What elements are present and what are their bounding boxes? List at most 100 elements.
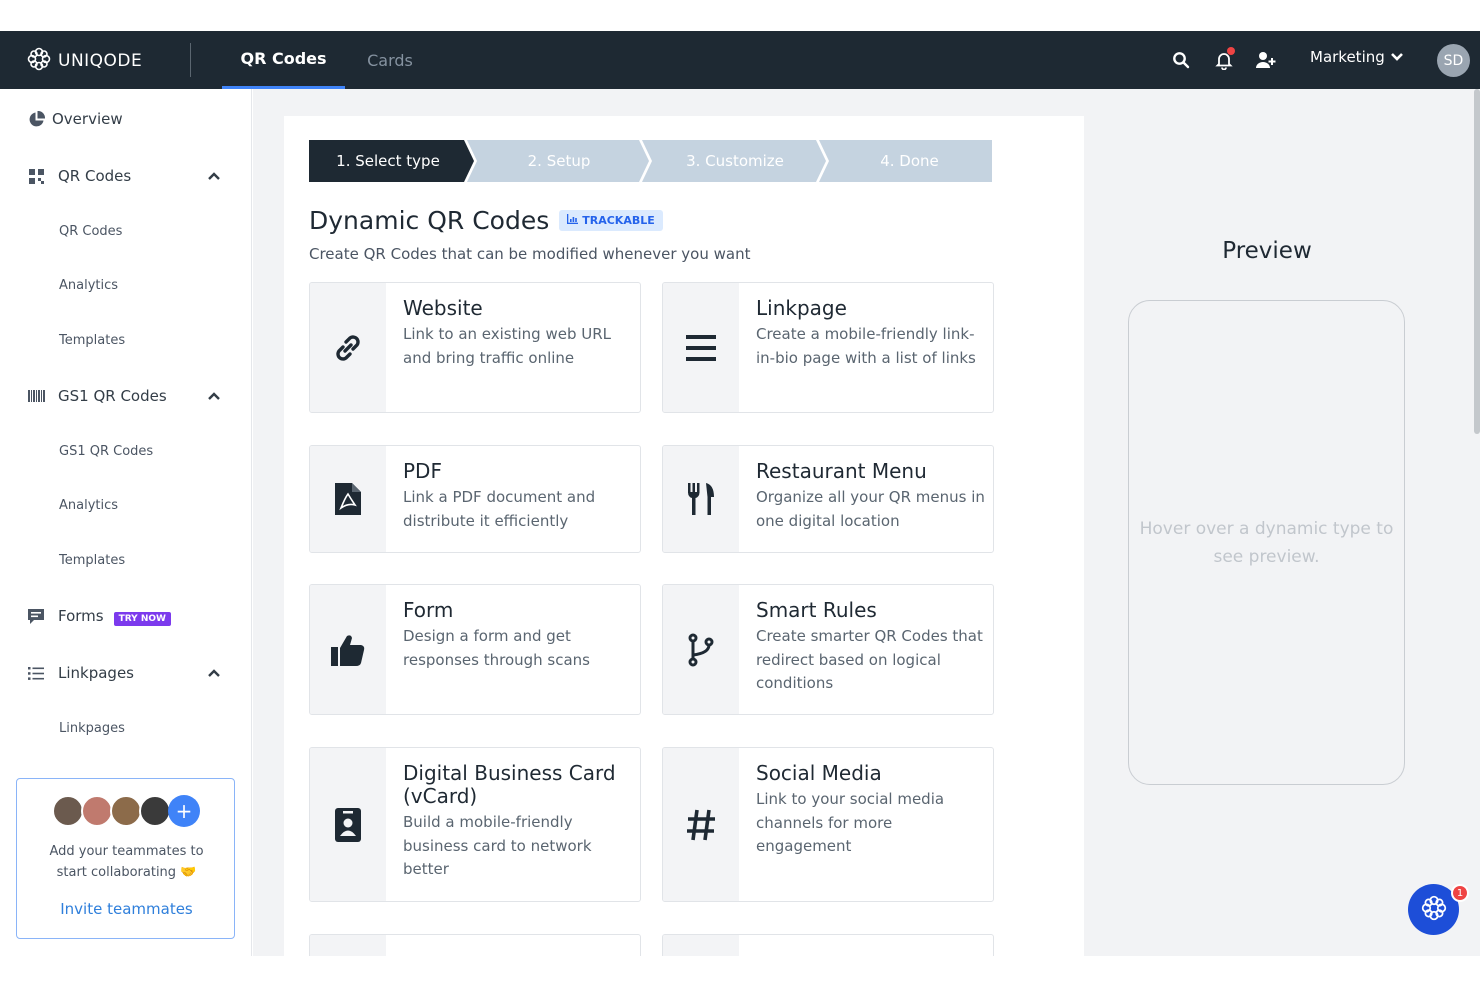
stepper: 1. Select type 2. Setup 3. Customize 4. … [309,140,992,182]
tab-cards[interactable]: Cards [345,31,435,89]
card-description: Organize all your QR menus in one digita… [756,488,985,530]
logo-icon [26,46,52,76]
step-done: 4. Done [880,152,939,170]
workspace-selector[interactable]: Marketing [1310,48,1404,66]
preview-hint: Hover over a dynamic type to see preview… [1139,519,1394,567]
sidebar-item-gs1-qr-codes[interactable]: GS1 QR Codes [0,386,251,406]
type-card-partial[interactable] [309,934,641,956]
type-card-linkpage[interactable]: Linkpage Create a mobile-friendly link-i… [662,282,994,413]
phone-preview: Hover over a dynamic type to see preview… [1128,300,1405,785]
logo-text: UNIQODE [58,51,143,71]
tab-qr-codes[interactable]: QR Codes [222,31,345,89]
chat-unread-badge: 1 [1451,884,1469,902]
step-select-type[interactable]: 1. Select type [309,140,467,182]
contact-card-icon [310,748,386,901]
add-user-icon[interactable] [1255,49,1277,71]
utensils-icon [663,446,739,552]
chevron-up-icon[interactable] [207,387,221,405]
card-description: Create a mobile-friendly link-in-bio pag… [756,325,976,367]
type-card-partial[interactable] [662,934,994,956]
card-title: Form [403,598,454,622]
link-icon [310,283,386,412]
pie-chart-icon [27,110,45,128]
section-title-text: Dynamic QR Codes [309,206,550,235]
brand-logo[interactable]: UNIQODE [26,46,142,76]
step-setup: 2. Setup [527,152,591,170]
sidebar-item-qr-codes[interactable]: QR Codes [0,166,251,186]
invite-description: Add your teammates to start collaboratin… [17,841,236,883]
teammate-avatar [81,795,113,827]
trackable-badge-text: TRACKABLE [582,214,655,227]
card-title: Digital Business Card (vCard) [403,761,616,808]
chevron-down-icon [1390,48,1404,66]
sidebar-subitem-gs1-templates[interactable]: Templates [0,551,251,569]
sidebar-subitem-templates[interactable]: Templates [0,331,251,349]
teammate-avatar [110,795,142,827]
card-title: Social Media [756,761,882,785]
card-title: Website [403,296,483,320]
type-card-form[interactable]: Form Design a form and get responses thr… [309,584,641,715]
section-subtitle: Create QR Codes that can be modified whe… [309,245,751,263]
card-description: Link to your social media channels for m… [756,790,945,855]
notification-dot [1227,47,1235,55]
chevron-up-icon[interactable] [207,664,221,682]
sidebar-item-overview[interactable]: Overview [0,109,251,129]
try-now-badge: TRY NOW [113,612,171,626]
sidebar-subitem-linkpages[interactable]: Linkpages [0,719,251,737]
type-card-pdf[interactable]: PDF Link a PDF document and distribute i… [309,445,641,553]
sidebar-subitem-gs1-analytics[interactable]: Analytics [0,496,251,514]
card-description: Link a PDF document and distribute it ef… [403,488,596,530]
hashtag-icon [663,748,739,901]
sidebar-item-forms[interactable]: Forms TRY NOW [0,606,251,626]
invite-text-line: start collaborating 🤝 [56,865,197,880]
trackable-badge: TRACKABLE [559,210,663,231]
list-icon [663,283,739,412]
qr-icon [27,167,45,185]
card-title: Linkpage [756,296,847,320]
sidebar-item-linkpages[interactable]: Linkpages [0,663,251,683]
type-card-vcard[interactable]: Digital Business Card (vCard) Build a mo… [309,747,641,902]
thumbs-up-icon [310,585,386,714]
card-title: Restaurant Menu [756,459,927,483]
chevron-up-icon[interactable] [207,167,221,185]
branch-icon [663,585,739,714]
chart-icon [567,214,579,227]
sidebar-subitem-analytics[interactable]: Analytics [0,276,251,294]
sidebar-label-linkpages: Linkpages [58,664,134,682]
nav-divider [190,43,191,77]
form-icon [27,607,45,625]
sidebar-subitem-qr-codes[interactable]: QR Codes [0,222,251,240]
scrollbar[interactable] [1474,89,1480,434]
invite-teammates-link[interactable]: Invite teammates [17,900,236,918]
forms-label-text: Forms [58,607,104,625]
type-card-smart-rules[interactable]: Smart Rules Create smarter QR Codes that… [662,584,994,715]
top-navbar: UNIQODE QR Codes Cards Marketing SD [0,31,1480,89]
sidebar-subitem-gs1-qr-codes[interactable]: GS1 QR Codes [0,442,251,460]
type-card-social-media[interactable]: Social Media Link to your social media c… [662,747,994,902]
card-title: Smart Rules [756,598,877,622]
card-title: PDF [403,459,442,483]
user-avatar[interactable]: SD [1437,44,1470,77]
type-card-website[interactable]: Website Link to an existing web URL and … [309,282,641,413]
card-icon-placeholder [663,935,739,956]
type-card-restaurant-menu[interactable]: Restaurant Menu Organize all your QR men… [662,445,994,553]
search-icon[interactable] [1170,49,1192,71]
pdf-icon [310,446,386,552]
card-description: Create smarter QR Codes that redirect ba… [756,627,983,692]
add-teammate-icon[interactable]: + [168,795,200,827]
sidebar-label-qr-codes: QR Codes [58,167,132,185]
card-description: Build a mobile-friendly business card to… [403,813,592,878]
card-icon-placeholder [310,935,386,956]
logo-icon [1420,894,1448,926]
workspace-name: Marketing [1310,48,1385,66]
bell-icon[interactable] [1213,47,1235,71]
invite-teammates-card: + Add your teammates to start collaborat… [16,778,235,939]
sidebar-label-forms: Forms TRY NOW [58,607,171,626]
type-selection-panel: 1. Select type 2. Setup 3. Customize 4. … [284,116,1084,956]
preview-title: Preview [1222,238,1312,264]
sidebar-label-overview: Overview [52,110,123,128]
step-customize: 3. Customize [686,152,784,170]
sidebar-label-gs1: GS1 QR Codes [58,387,167,405]
teammate-avatars: + [52,795,212,829]
card-description: Design a form and get responses through … [403,627,590,669]
